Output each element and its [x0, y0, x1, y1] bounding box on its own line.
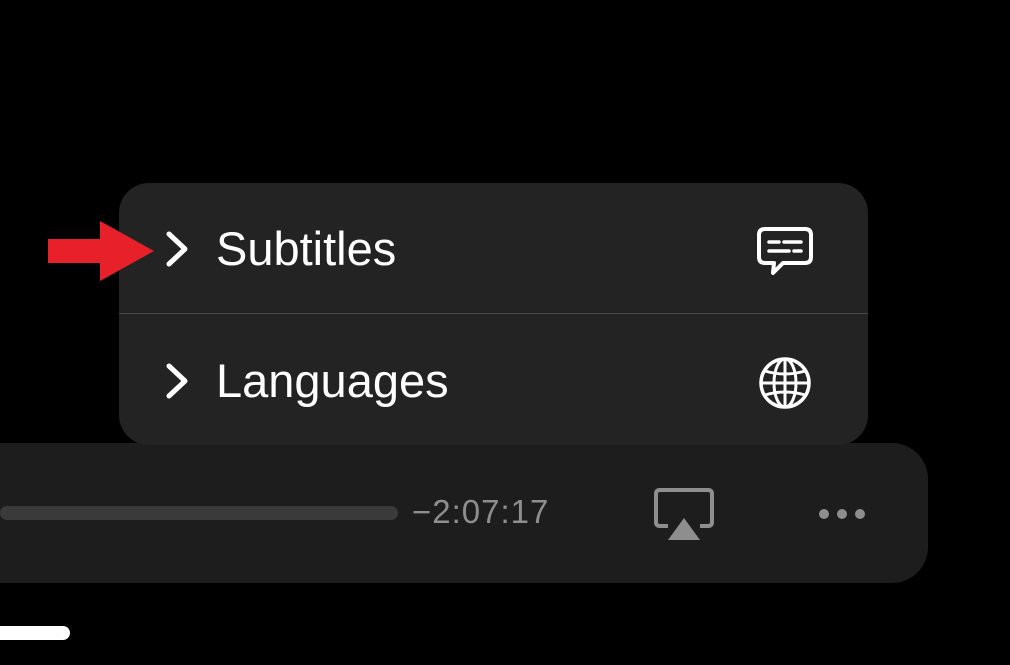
- red-arrow-icon: [48, 221, 154, 281]
- audio-subtitles-menu: Subtitles Languages: [119, 183, 868, 445]
- home-indicator[interactable]: [0, 626, 70, 640]
- menu-item-label: Subtitles: [216, 222, 397, 275]
- chevron-right-icon: [166, 231, 188, 267]
- progress-scrubber[interactable]: [0, 506, 398, 520]
- chevron-right-icon: [166, 363, 188, 399]
- menu-item-languages[interactable]: Languages: [119, 315, 868, 445]
- time-remaining-label: −2:07:17: [412, 493, 550, 530]
- globe-icon: [759, 357, 811, 409]
- subtitles-icon: [757, 227, 813, 275]
- menu-item-subtitles[interactable]: Subtitles: [119, 183, 868, 313]
- more-options-icon[interactable]: [816, 500, 868, 528]
- video-player-screen: Subtitles Languages −2:07:17: [0, 0, 1010, 665]
- menu-divider: [119, 313, 868, 314]
- airplay-icon[interactable]: [652, 486, 716, 544]
- menu-item-label: Languages: [216, 354, 449, 407]
